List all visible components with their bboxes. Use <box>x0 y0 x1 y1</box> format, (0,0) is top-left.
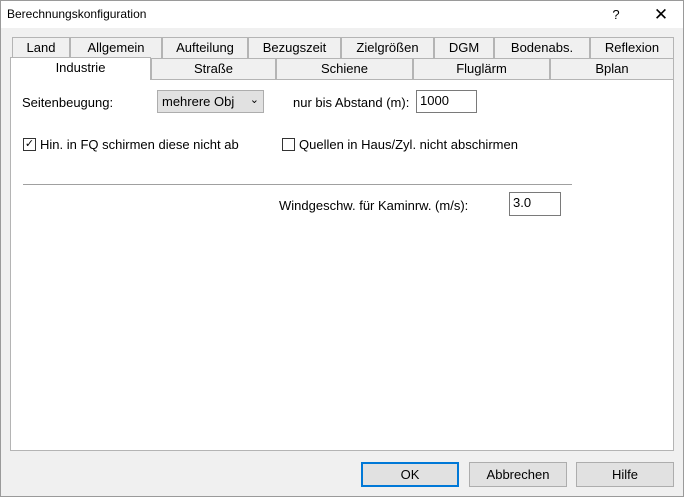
separator-line <box>23 184 572 186</box>
seitenbeugung-value: mehrere Obj <box>162 94 235 109</box>
tab-bodenabs[interactable]: Bodenabs. <box>494 37 590 58</box>
wind-label: Windgeschw. für Kaminrw. (m/s): <box>279 198 469 213</box>
help-icon[interactable]: ? <box>604 1 628 28</box>
tab-industrie[interactable]: Industrie <box>10 57 151 80</box>
title-bar: Berechnungskonfiguration ? ✕ <box>1 1 683 28</box>
tab-zielgroessen[interactable]: Zielgrößen <box>341 37 434 58</box>
window-title: Berechnungskonfiguration <box>7 7 147 21</box>
tab-land[interactable]: Land <box>12 37 70 58</box>
tab-panel-industrie: Seitenbeugung: mehrere Obj ⌄ nur bis Abs… <box>10 79 674 451</box>
tab-bezugszeit[interactable]: Bezugszeit <box>248 37 341 58</box>
tab-allgemein[interactable]: Allgemein <box>70 37 162 58</box>
cancel-button[interactable]: Abbrechen <box>469 462 567 487</box>
tab-strasse[interactable]: Straße <box>151 58 276 79</box>
ok-button[interactable]: OK <box>361 462 459 487</box>
tab-bplan[interactable]: Bplan <box>550 58 674 79</box>
tab-aufteilung[interactable]: Aufteilung <box>162 37 248 58</box>
quellen-label: Quellen in Haus/Zyl. nicht abschirmen <box>299 137 518 152</box>
hin-label: Hin. in FQ schirmen diese nicht ab <box>40 137 239 152</box>
dialog-window: Berechnungskonfiguration ? ✕ Land Allgem… <box>0 0 684 497</box>
abstand-input[interactable]: 1000 <box>416 90 477 113</box>
abstand-label: nur bis Abstand (m): <box>293 95 410 110</box>
seitenbeugung-label: Seitenbeugung: <box>22 95 114 110</box>
wind-input[interactable]: 3.0 <box>509 192 561 216</box>
tab-fluglaerm[interactable]: Fluglärm <box>413 58 550 79</box>
quellen-checkbox[interactable] <box>282 138 295 151</box>
close-icon[interactable]: ✕ <box>641 1 681 28</box>
tab-dgm[interactable]: DGM <box>434 37 494 58</box>
seitenbeugung-select[interactable]: mehrere Obj ⌄ <box>157 90 264 113</box>
chevron-down-icon: ⌄ <box>249 94 259 106</box>
tab-schiene[interactable]: Schiene <box>276 58 413 79</box>
hin-checkbox[interactable]: ✓ <box>23 138 36 151</box>
help-button[interactable]: Hilfe <box>576 462 674 487</box>
tab-reflexion[interactable]: Reflexion <box>590 37 674 58</box>
